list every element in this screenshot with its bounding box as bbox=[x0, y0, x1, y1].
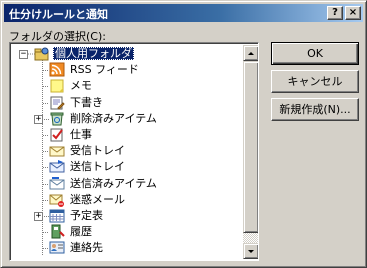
inbox-icon bbox=[49, 143, 65, 158]
personal-folders-icon bbox=[34, 46, 50, 61]
tree-item-label: 迷惑メール bbox=[70, 192, 125, 206]
tree-item-label: 履歴 bbox=[70, 225, 92, 239]
new-folder-button[interactable]: 新規作成(N)... bbox=[271, 98, 359, 121]
outbox-icon bbox=[49, 159, 65, 174]
dialog-title: 仕分けルールと通知 bbox=[9, 8, 108, 21]
expand-icon[interactable]: + bbox=[34, 212, 43, 221]
tasks-icon bbox=[49, 127, 65, 142]
close-button[interactable]: × bbox=[345, 6, 361, 20]
rss-icon bbox=[49, 62, 65, 77]
folder-tree[interactable]: 個人用フォルダ − RSS フィード メモ下書き削除済みアイテム + 仕事受信トレイ送信ト… bbox=[9, 42, 259, 261]
tree-item-label: 予定表 bbox=[70, 209, 103, 222]
tree-item-label: 連絡先 bbox=[70, 241, 103, 255]
tree-item-label: 仕事 bbox=[70, 128, 92, 141]
expand-icon[interactable]: + bbox=[34, 114, 43, 124]
tree-item-label: 送信済みアイテム bbox=[70, 176, 157, 190]
ok-button[interactable]: OK bbox=[271, 42, 359, 65]
drafts-icon bbox=[49, 95, 65, 110]
tree-item-label: 個人用フォルダ bbox=[53, 47, 134, 60]
deleted-items-icon bbox=[49, 111, 65, 126]
tree-item-label: メモ bbox=[70, 79, 92, 93]
junk-mail-icon bbox=[49, 192, 65, 207]
calendar-icon bbox=[49, 208, 65, 223]
journal-icon bbox=[49, 224, 65, 239]
cancel-button[interactable]: キャンセル bbox=[271, 70, 359, 93]
tree-item-label: 削除済みアイテム bbox=[70, 111, 157, 125]
tree-item-label: 下書き bbox=[70, 95, 103, 109]
arrow-up-icon bbox=[248, 52, 254, 55]
tree-item-label: 受信トレイ bbox=[70, 144, 125, 158]
tree-scrollbar[interactable] bbox=[243, 45, 258, 259]
tree-item-label: RSS フィード bbox=[70, 63, 139, 77]
arrow-down-icon bbox=[248, 250, 254, 253]
sent-items-icon bbox=[49, 176, 65, 191]
rules-dialog: 仕分けルールと通知 ? × フォルダの選択(C): 個人用フォルダ − RSS フィ… bbox=[0, 0, 367, 268]
scroll-thumb[interactable] bbox=[243, 61, 258, 233]
contacts-icon bbox=[49, 240, 65, 255]
notes-icon bbox=[49, 78, 65, 93]
title-bar[interactable]: 仕分けルールと通知 ? × bbox=[4, 4, 363, 22]
help-button[interactable]: ? bbox=[327, 6, 343, 20]
scroll-up-button[interactable] bbox=[243, 45, 258, 61]
collapse-icon[interactable]: − bbox=[19, 50, 28, 59]
tree-item-label: 送信トレイ bbox=[70, 160, 125, 174]
scroll-down-button[interactable] bbox=[243, 243, 258, 259]
